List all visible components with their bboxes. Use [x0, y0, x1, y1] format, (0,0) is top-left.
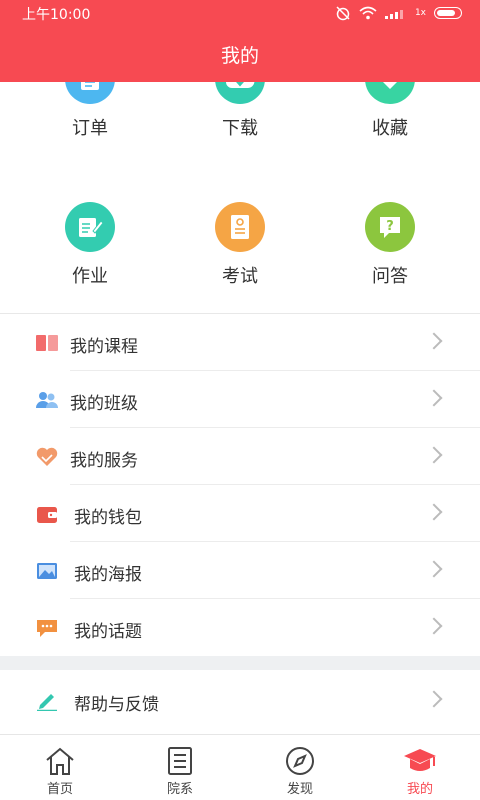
chevron-right-icon: [425, 503, 443, 521]
list-document-icon: [160, 744, 200, 778]
quick-actions-grid: 订单 下载 收藏 作业 考试 ? 问答: [0, 82, 480, 312]
tab-label: 院系: [166, 782, 193, 797]
grid-item-label: 下载: [222, 118, 258, 139]
menu-item-label: 帮助与反馈: [74, 695, 159, 715]
menu-item-my-wallet[interactable]: 我的钱包: [0, 485, 480, 542]
chevron-right-icon: [425, 690, 443, 708]
people-icon: [36, 390, 58, 410]
grid-item-qa[interactable]: ? 问答: [310, 202, 470, 288]
svg-text:?: ?: [386, 219, 394, 234]
grid-item-homework[interactable]: 作业: [10, 202, 170, 288]
grid-item-label: 问答: [372, 266, 408, 287]
chevron-right-icon: [425, 560, 443, 578]
grid-item-orders[interactable]: 订单: [10, 82, 170, 140]
tab-label: 首页: [46, 782, 73, 797]
pencil-icon: [36, 691, 58, 711]
signal-label: 1x: [414, 8, 426, 18]
menu-item-my-services[interactable]: 我的服务: [0, 428, 480, 485]
grid-item-label: 考试: [222, 266, 258, 287]
wifi-icon: [359, 6, 377, 20]
chevron-right-icon: [425, 617, 443, 635]
menu-item-label: 我的海报: [74, 565, 142, 585]
question-chat-icon: ?: [365, 202, 415, 252]
chat-bubble-icon: [36, 618, 58, 638]
menu-item-help-feedback[interactable]: 帮助与反馈: [0, 672, 480, 730]
tab-departments[interactable]: 院系: [120, 735, 240, 800]
alarm-off-icon: [336, 6, 350, 21]
grid-item-exams[interactable]: 考试: [160, 202, 320, 288]
menu-list: 我的课程 我的班级 我的服务 我的钱包 我的海报 我的话题: [0, 313, 480, 656]
exam-paper-icon: [215, 202, 265, 252]
section-gap: [0, 656, 480, 670]
book-icon: [36, 333, 58, 353]
chevron-right-icon: [425, 446, 443, 464]
status-time: 上午10:00: [22, 7, 91, 23]
grid-item-label: 作业: [72, 266, 108, 287]
status-icons: 1x: [335, 5, 462, 21]
menu-item-my-posters[interactable]: 我的海报: [0, 542, 480, 599]
picture-icon: [36, 561, 58, 581]
menu-item-label: 我的班级: [70, 394, 138, 414]
status-bar: 上午10:00 1x: [0, 0, 480, 26]
tab-home[interactable]: 首页: [0, 735, 120, 800]
battery-icon: [434, 7, 462, 19]
notepad-edit-icon: [65, 202, 115, 252]
app-header: 上午10:00 1x 我的: [0, 0, 480, 82]
page-title: 我的: [220, 45, 259, 67]
handshake-heart-icon: [36, 447, 58, 467]
bottom-tab-bar: 首页 院系 发现 我的: [0, 734, 480, 800]
graduation-cap-icon: [400, 744, 440, 778]
menu-item-my-courses[interactable]: 我的课程: [0, 314, 480, 371]
grid-item-favorites[interactable]: 收藏: [310, 82, 470, 140]
tab-mine[interactable]: 我的: [360, 735, 480, 800]
cloud-download-icon: [215, 82, 265, 104]
tab-label: 我的: [406, 782, 433, 797]
menu-item-label: 我的服务: [70, 451, 138, 471]
menu-item-my-topics[interactable]: 我的话题: [0, 599, 480, 656]
grid-item-label: 收藏: [372, 118, 408, 139]
grid-item-label: 订单: [72, 118, 108, 139]
menu-item-label: 我的话题: [74, 622, 142, 642]
menu-item-my-classes[interactable]: 我的班级: [0, 371, 480, 428]
menu-item-label: 我的课程: [70, 337, 138, 357]
clipboard-icon: [65, 82, 115, 104]
wallet-icon: [36, 504, 58, 524]
chevron-right-icon: [425, 332, 443, 350]
tab-discover[interactable]: 发现: [240, 735, 360, 800]
home-icon: [40, 744, 80, 778]
menu-item-label: 我的钱包: [74, 508, 142, 528]
chevron-right-icon: [425, 389, 443, 407]
compass-icon: [280, 744, 320, 778]
heart-icon: [365, 82, 415, 104]
signal-icon: [384, 10, 403, 19]
grid-item-downloads[interactable]: 下载: [160, 82, 320, 140]
tab-label: 发现: [286, 782, 313, 797]
